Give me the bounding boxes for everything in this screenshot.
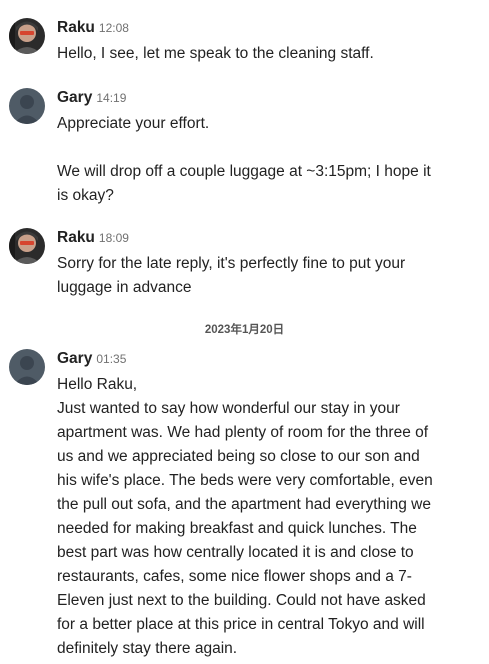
message-line: Just wanted to say how wonderful our sta… xyxy=(57,400,400,417)
message-time: 18:09 xyxy=(98,231,129,245)
host-avatar[interactable] xyxy=(9,228,45,264)
guest-avatar[interactable] xyxy=(9,88,45,124)
message-line: Eleven just next to the building. Could … xyxy=(57,592,426,609)
message-time: 14:19 xyxy=(96,91,127,105)
message-line: the pull out sofa, and the apartment had… xyxy=(57,496,431,513)
message-line: is okay? xyxy=(57,187,114,204)
guest-avatar[interactable] xyxy=(9,349,45,385)
message-header: Raku 12:08 xyxy=(57,18,129,38)
message-line: definitely stay there again. xyxy=(57,640,238,657)
date-separator: 2023年1月20日 xyxy=(204,324,285,336)
message-line: restaurants, cafes, some nice flower sho… xyxy=(57,568,412,585)
message-line: We will drop off a couple luggage at ~3:… xyxy=(57,163,431,180)
message-line: Hello Raku, xyxy=(57,376,138,393)
message-line: for a better place at this price in cent… xyxy=(57,616,425,633)
message-line: apartment was. We had plenty of room for… xyxy=(57,424,429,441)
sender-name: Gary xyxy=(57,350,93,367)
sender-name: Raku xyxy=(57,19,95,36)
message-line: Hello, I see, let me speak to the cleani… xyxy=(57,45,374,62)
default-user-icon xyxy=(9,349,45,385)
sender-name: Raku xyxy=(57,229,95,246)
message-body: Hello, I see, let me speak to the cleani… xyxy=(57,42,467,66)
message-line: Sorry for the late reply, it's perfectly… xyxy=(57,255,406,272)
host-avatar[interactable] xyxy=(9,18,45,54)
message-line: Appreciate your effort. xyxy=(57,115,210,132)
message-line: us and we appreciated being so close to … xyxy=(57,448,420,465)
default-user-icon xyxy=(9,88,45,124)
message-time: 12:08 xyxy=(98,21,129,35)
message-line: best part was how centrally located it i… xyxy=(57,544,414,561)
host-photo-icon xyxy=(9,228,45,264)
message-body: Sorry for the late reply, it's perfectly… xyxy=(57,252,467,300)
message-time: 01:35 xyxy=(96,352,127,366)
message-line: needed for making breakfast and quick lu… xyxy=(57,520,417,537)
message-body: Hello Raku, Just wanted to say how wonde… xyxy=(57,373,467,661)
message-line xyxy=(57,136,467,160)
message-header: Raku 18:09 xyxy=(57,228,129,248)
sender-name: Gary xyxy=(57,89,93,106)
message-line: luggage in advance xyxy=(57,279,192,296)
host-photo-icon xyxy=(9,18,45,54)
message-line: his wife's place. The beds were very com… xyxy=(57,472,433,489)
message-body: Appreciate your effort. We will drop off… xyxy=(57,112,467,208)
message-header: Gary 01:35 xyxy=(57,349,126,369)
message-header: Gary 14:19 xyxy=(57,88,126,108)
